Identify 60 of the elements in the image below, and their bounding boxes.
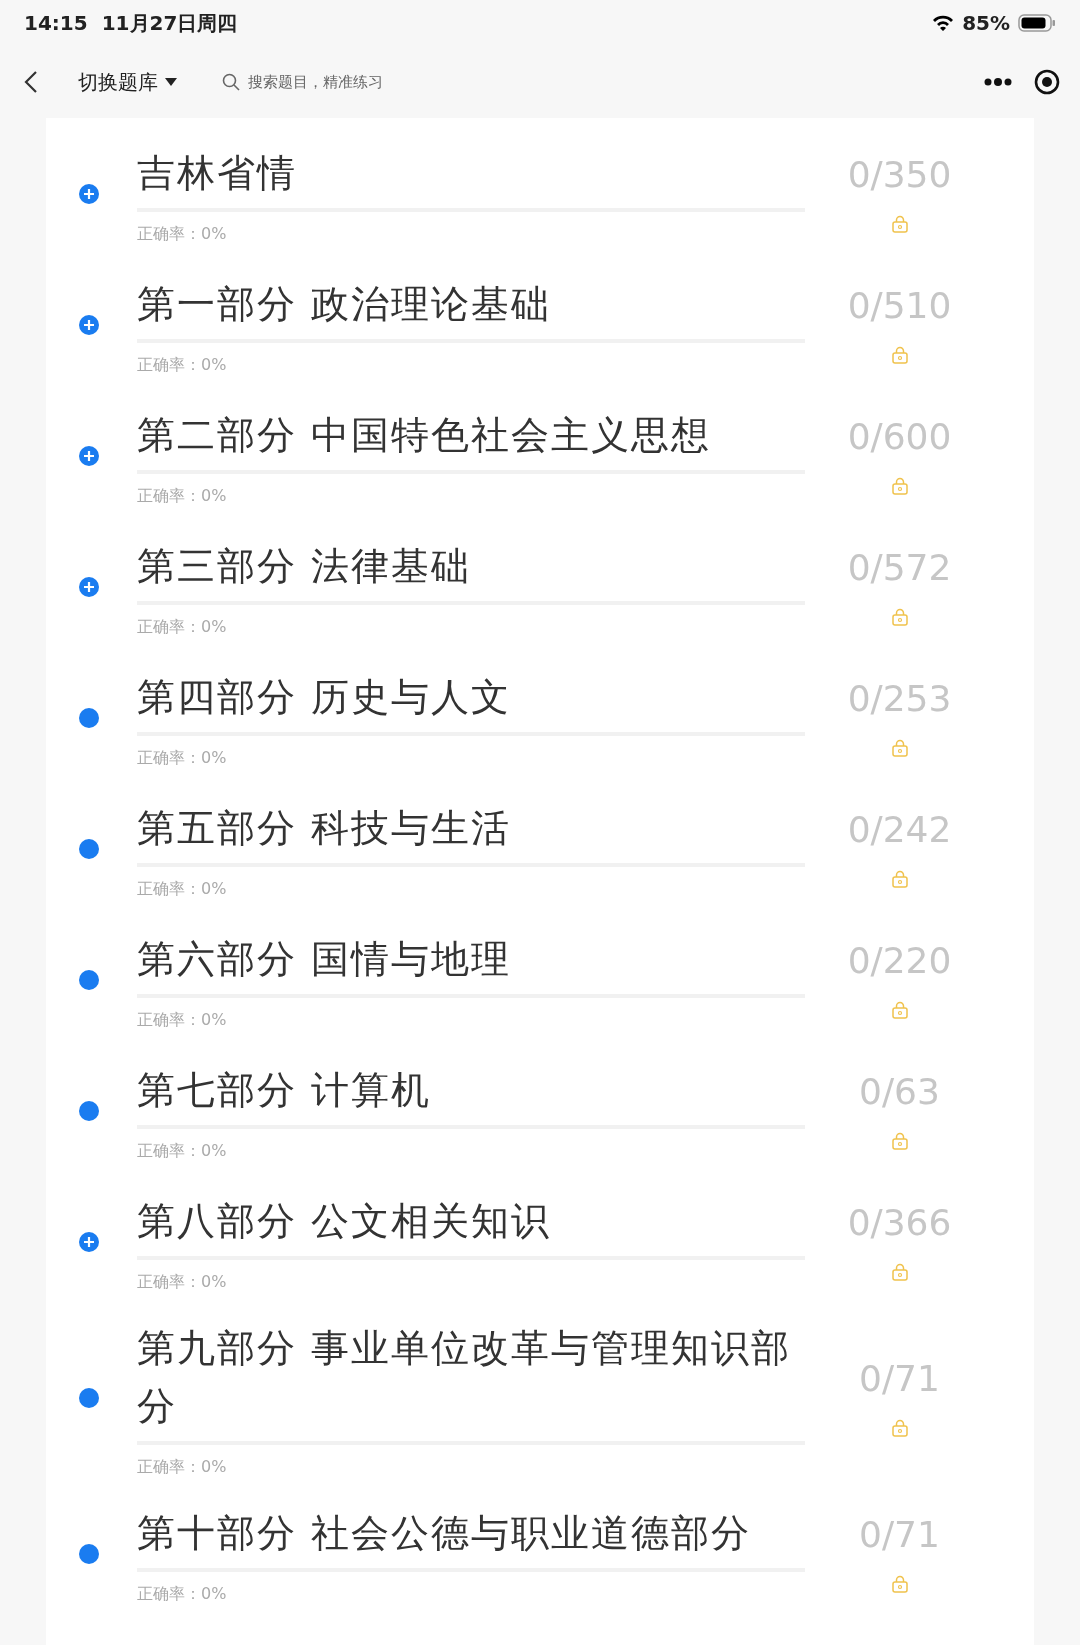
expand-plus-icon[interactable] xyxy=(78,1230,100,1253)
accuracy-label: 正确率：0% xyxy=(137,1272,228,1293)
lock-icon xyxy=(890,346,909,364)
expand-plus-icon[interactable] xyxy=(78,313,100,336)
question-count: 0/253 xyxy=(847,678,952,719)
lock-icon xyxy=(890,608,909,626)
section-title[interactable]: 第三部分 法律基础 xyxy=(137,537,805,595)
section-title[interactable]: 吉林省情 xyxy=(137,144,805,202)
accuracy-label: 正确率：0% xyxy=(137,1584,228,1605)
section-title[interactable]: 第五部分 科技与生活 xyxy=(137,799,805,857)
battery-icon xyxy=(1018,13,1056,33)
lock-icon xyxy=(890,1419,909,1437)
question-count: 0/572 xyxy=(847,547,952,588)
section-title[interactable]: 第十部分 社会公德与职业道德部分 xyxy=(137,1504,805,1562)
section-title[interactable]: 第一部分 政治理论基础 xyxy=(137,275,805,333)
bank-switch-dropdown[interactable]: 切换题库 xyxy=(78,68,178,96)
section-title[interactable]: 第八部分 公文相关知识 xyxy=(137,1192,805,1250)
battery-percent: 85% xyxy=(962,11,1010,35)
wifi-icon xyxy=(932,15,955,31)
section-title[interactable]: 第七部分 计算机 xyxy=(137,1061,805,1119)
question-count: 0/242 xyxy=(847,809,952,850)
close-target-icon[interactable] xyxy=(1034,69,1060,95)
section-title[interactable]: 第四部分 历史与人文 xyxy=(137,668,805,726)
lock-icon xyxy=(890,477,909,495)
accuracy-label: 正确率：0% xyxy=(137,1457,228,1478)
expand-plus-icon[interactable] xyxy=(78,182,100,205)
lock-icon xyxy=(890,1132,909,1150)
accuracy-label: 正确率：0% xyxy=(137,224,228,245)
more-icon[interactable] xyxy=(984,78,1012,86)
status-time: 14:15 xyxy=(24,11,88,35)
question-count: 0/350 xyxy=(847,154,952,195)
section-title[interactable]: 第二部分 中国特色社会主义思想 xyxy=(137,406,805,464)
caret-icon[interactable] xyxy=(164,77,178,87)
lock-icon xyxy=(890,739,909,757)
section-title[interactable]: 第九部分 事业单位改革与管理知识部分 xyxy=(137,1319,805,1435)
section-title[interactable]: 第六部分 国情与地理 xyxy=(137,930,805,988)
accuracy-label: 正确率：0% xyxy=(137,748,228,769)
accuracy-label: 正确率：0% xyxy=(137,1141,228,1162)
accuracy-label: 正确率：0% xyxy=(137,486,228,507)
question-count: 0/71 xyxy=(859,1514,940,1555)
lock-icon xyxy=(890,1001,909,1019)
question-count: 0/71 xyxy=(859,1358,940,1399)
expand-plus-icon[interactable] xyxy=(78,575,100,598)
expand-plus-icon[interactable] xyxy=(78,444,100,467)
question-count: 0/510 xyxy=(847,285,952,326)
accuracy-label: 正确率：0% xyxy=(137,1010,228,1031)
question-count: 0/366 xyxy=(847,1202,952,1243)
lock-icon xyxy=(890,215,909,233)
search-field[interactable]: 搜索题目，精准练习 xyxy=(222,72,430,92)
lock-icon xyxy=(890,1575,909,1593)
lock-icon xyxy=(890,1263,909,1281)
question-count: 0/220 xyxy=(847,940,952,981)
question-count: 0/600 xyxy=(847,416,952,457)
search-icon[interactable] xyxy=(222,73,240,91)
accuracy-label: 正确率：0% xyxy=(137,879,228,900)
accuracy-label: 正确率：0% xyxy=(137,355,228,376)
lock-icon xyxy=(890,870,909,888)
status-date: 11月27日周四 xyxy=(101,9,238,37)
question-count: 0/63 xyxy=(859,1071,940,1112)
accuracy-label: 正确率：0% xyxy=(137,617,228,638)
